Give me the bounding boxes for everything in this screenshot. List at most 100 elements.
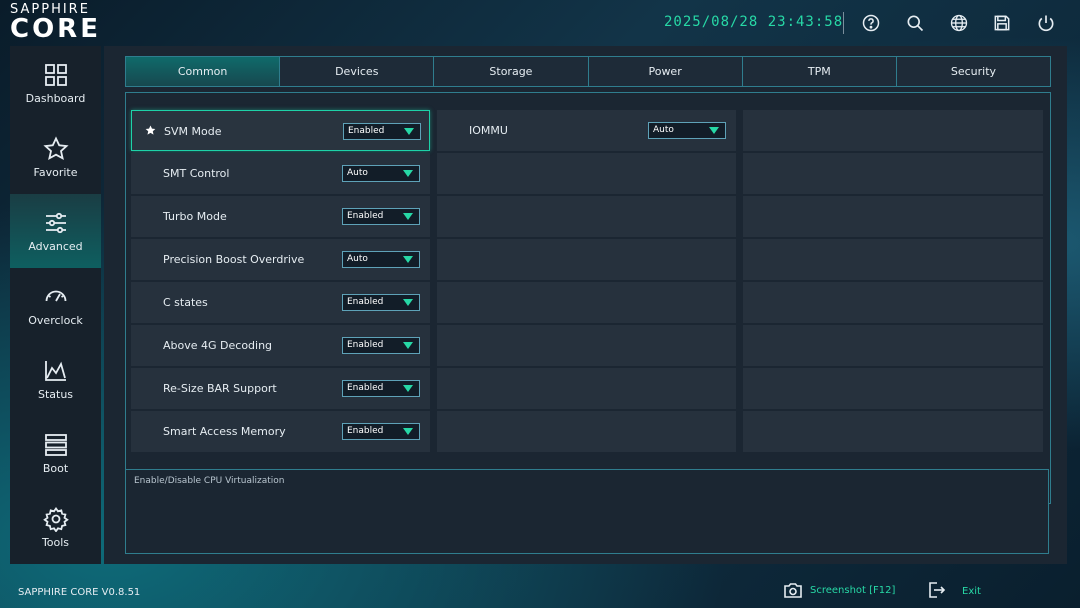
dropdown-value: Enabled <box>347 211 384 221</box>
logo-main-text: CORE <box>10 14 101 44</box>
precision-boost-overdrive-dropdown[interactable]: Auto <box>342 251 420 268</box>
star-icon <box>42 136 69 162</box>
empty-row <box>743 239 1043 280</box>
empty-row <box>437 196 736 237</box>
dropdown-value: Auto <box>653 125 674 135</box>
sidebar-item-dashboard[interactable]: Dashboard <box>10 46 101 120</box>
sidebar-item-label: Boot <box>42 462 69 475</box>
tab-power[interactable]: Power <box>588 57 743 86</box>
turbo-mode-dropdown[interactable]: Enabled <box>342 208 420 225</box>
smart-access-memory-dropdown[interactable]: Enabled <box>342 423 420 440</box>
settings-grid: SVM Mode Enabled SMT Control Auto Turbo … <box>125 92 1051 504</box>
empty-row <box>743 196 1043 237</box>
sidebar-item-tools[interactable]: Tools <box>10 490 101 564</box>
tab-tpm[interactable]: TPM <box>742 57 897 86</box>
setting-label: Above 4G Decoding <box>163 339 273 352</box>
setting-label: SVM Mode <box>164 125 222 138</box>
sidebar-item-label: Favorite <box>33 166 78 179</box>
svm-mode-dropdown[interactable]: Enabled <box>343 123 421 140</box>
tab-common[interactable]: Common <box>126 57 281 86</box>
gear-icon <box>42 506 69 533</box>
globe-icon[interactable] <box>948 12 970 34</box>
tab-storage[interactable]: Storage <box>434 57 589 86</box>
dropdown-value: Auto <box>347 254 368 264</box>
chevron-down-icon <box>709 127 719 134</box>
setting-label: C states <box>163 296 208 309</box>
chevron-down-icon <box>403 213 413 220</box>
setting-label: Precision Boost Overdrive <box>163 253 305 266</box>
chevron-down-icon <box>404 128 414 135</box>
sidebar-item-label: Tools <box>41 536 70 549</box>
dropdown-value: Enabled <box>347 297 384 307</box>
empty-row <box>437 368 736 409</box>
dropdown-value: Enabled <box>347 426 384 436</box>
sidebar-item-label: Advanced <box>28 240 83 253</box>
chevron-down-icon <box>403 342 413 349</box>
dropdown-value: Enabled <box>348 126 385 136</box>
c-states-dropdown[interactable]: Enabled <box>342 294 420 311</box>
help-icon[interactable] <box>860 12 882 34</box>
gauge-icon <box>43 284 69 310</box>
datetime-display: 2025/08/28 23:43:58 <box>664 14 844 30</box>
chevron-down-icon <box>403 256 413 263</box>
empty-row <box>437 282 736 323</box>
sidebar-item-boot[interactable]: Boot <box>10 416 101 490</box>
power-icon[interactable] <box>1035 12 1057 34</box>
chevron-down-icon <box>403 170 413 177</box>
empty-row <box>743 368 1043 409</box>
sidebar-item-favorite[interactable]: Favorite <box>10 120 101 194</box>
sidebar-item-label: Status <box>37 388 74 401</box>
dashboard-icon <box>43 62 69 88</box>
sidebar: Dashboard Favorite Advanced Overclock St… <box>10 46 101 564</box>
smt-control-dropdown[interactable]: Auto <box>342 165 420 182</box>
empty-row <box>437 153 736 194</box>
tab-devices[interactable]: Devices <box>280 57 435 86</box>
setting-row-resize-bar-support[interactable]: Re-Size BAR Support Enabled <box>131 368 430 409</box>
tab-bar: Common Devices Storage Power TPM Securit… <box>125 56 1051 87</box>
exit-label[interactable]: Exit <box>962 586 981 597</box>
description-panel: Enable/Disable CPU Virtualization <box>125 469 1049 554</box>
empty-row <box>437 411 736 452</box>
empty-row <box>743 325 1043 366</box>
iommu-dropdown[interactable]: Auto <box>648 122 726 139</box>
empty-row <box>743 110 1043 151</box>
resize-bar-support-dropdown[interactable]: Enabled <box>342 380 420 397</box>
setting-row-precision-boost-overdrive[interactable]: Precision Boost Overdrive Auto <box>131 239 430 280</box>
setting-label: Turbo Mode <box>163 210 227 223</box>
boot-icon <box>43 432 69 458</box>
setting-row-turbo-mode[interactable]: Turbo Mode Enabled <box>131 196 430 237</box>
description-text: Enable/Disable CPU Virtualization <box>134 476 285 486</box>
chevron-down-icon <box>403 428 413 435</box>
above-4g-decoding-dropdown[interactable]: Enabled <box>342 337 420 354</box>
dropdown-value: Auto <box>347 168 368 178</box>
empty-row <box>743 411 1043 452</box>
chevron-down-icon <box>403 385 413 392</box>
setting-row-smt-control[interactable]: SMT Control Auto <box>131 153 430 194</box>
search-icon[interactable] <box>904 12 926 34</box>
setting-row-svm-mode[interactable]: SVM Mode Enabled <box>131 110 430 151</box>
save-icon[interactable] <box>991 12 1013 34</box>
setting-row-iommu[interactable]: IOMMU Auto <box>437 110 736 151</box>
top-divider <box>843 12 844 34</box>
version-label: SAPPHIRE CORE V0.8.51 <box>18 587 141 598</box>
sidebar-item-advanced[interactable]: Advanced <box>10 194 101 268</box>
setting-row-c-states[interactable]: C states Enabled <box>131 282 430 323</box>
tab-security[interactable]: Security <box>896 57 1051 86</box>
setting-row-above-4g-decoding[interactable]: Above 4G Decoding Enabled <box>131 325 430 366</box>
chevron-down-icon <box>403 299 413 306</box>
logo: SAPPHIRE CORE <box>10 2 101 44</box>
screenshot-label: Screenshot [F12] <box>810 584 896 596</box>
setting-label: Re-Size BAR Support <box>163 382 277 395</box>
sidebar-item-label: Overclock <box>28 314 83 327</box>
sidebar-item-status[interactable]: Status <box>10 342 101 416</box>
sidebar-item-overclock[interactable]: Overclock <box>10 268 101 342</box>
empty-row <box>743 153 1043 194</box>
screenshot-button[interactable]: Screenshot [F12] <box>784 582 895 598</box>
empty-row <box>437 325 736 366</box>
favorite-star-icon[interactable] <box>145 125 156 136</box>
chart-icon <box>43 358 69 384</box>
exit-icon[interactable] <box>926 580 946 600</box>
setting-row-smart-access-memory[interactable]: Smart Access Memory Enabled <box>131 411 430 452</box>
sliders-icon <box>43 210 69 236</box>
setting-label: SMT Control <box>163 167 230 180</box>
